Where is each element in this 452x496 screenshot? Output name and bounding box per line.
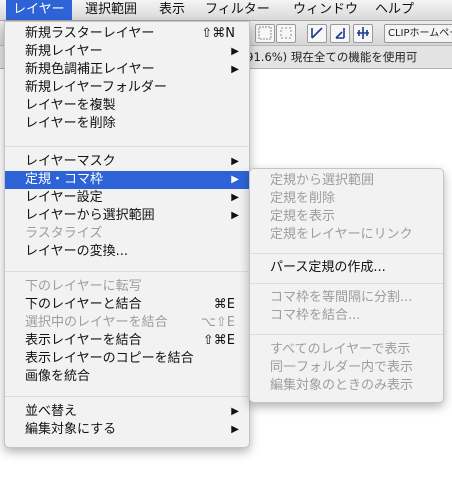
menu-item-merge-visible[interactable]: 表示レイヤーを結合 ⇧⌘E: [5, 332, 249, 350]
menu-item-flatten-image[interactable]: 画像を統合: [5, 368, 249, 386]
menu-item-label: 定規を表示: [270, 209, 336, 224]
menu-item-new-layer[interactable]: 新規レイヤー ▶: [5, 43, 249, 61]
menu-item-new-layer-folder[interactable]: 新規レイヤーフォルダー: [5, 79, 249, 97]
submenu-arrow-icon: ▶: [231, 174, 239, 185]
menu-window[interactable]: ウィンドウ: [286, 0, 365, 20]
submenu-item-create-perspective-ruler[interactable]: パース定規の作成...: [250, 259, 443, 277]
symmetric-ruler-icon[interactable]: [353, 24, 373, 43]
ruler-link-icon[interactable]: [330, 24, 350, 43]
menu-item-label: 新規レイヤー: [25, 44, 103, 59]
grid-icon[interactable]: [255, 24, 275, 43]
submenu-arrow-icon: ▶: [231, 46, 239, 57]
menu-item-label: 定規から選択範囲: [270, 173, 375, 188]
menu-item-merge-down[interactable]: 下のレイヤーと結合 ⌘E: [5, 296, 249, 314]
menu-separator: [250, 334, 443, 335]
menu-separator: [5, 396, 249, 397]
menu-filter[interactable]: フィルター: [198, 0, 277, 20]
menu-item-label: 定規を削除: [270, 191, 336, 206]
menu-item-label: 表示レイヤーを結合: [25, 333, 142, 348]
layer-menu: 新規ラスターレイヤー ⇧⌘N 新規レイヤー ▶ 新規色調補正レイヤー ▶ 新規レ…: [4, 21, 250, 448]
clip-homepage-button[interactable]: CLIPホームペー: [384, 24, 452, 43]
submenu-item-show-all-layers[interactable]: すべてのレイヤーで表示: [250, 341, 443, 359]
menu-item-label: レイヤーを削除: [25, 116, 116, 131]
menu-separator: [250, 253, 443, 254]
menu-item-ruler-frame[interactable]: 定規・コマ枠 ▶: [5, 171, 249, 189]
menu-item-label: レイヤーマスク: [25, 154, 116, 169]
menu-item-label: 新規レイヤーフォルダー: [25, 80, 167, 95]
menu-view[interactable]: 表示: [152, 0, 192, 20]
submenu-item-merge-frame[interactable]: コマ枠を結合...: [250, 307, 443, 325]
submenu-item-show-edit-target[interactable]: 編集対象のときのみ表示: [250, 377, 443, 395]
menu-item-label: レイヤーの変換...: [25, 244, 129, 259]
submenu-arrow-icon: ▶: [231, 210, 239, 221]
menu-item-label: 定規・コマ枠: [25, 172, 104, 187]
shortcut: ⌘E: [213, 297, 235, 312]
menu-item-label: すべてのレイヤーで表示: [270, 342, 411, 357]
menu-item-label: レイヤーを複製: [25, 98, 116, 113]
frame-icon[interactable]: [276, 24, 296, 43]
submenu-arrow-icon: ▶: [231, 424, 239, 435]
menu-item-label: 編集対象のときのみ表示: [270, 378, 414, 393]
menu-item-arrange[interactable]: 並べ替え ▶: [5, 403, 249, 421]
submenu-arrow-icon: ▶: [231, 192, 239, 203]
menu-item-layer-settings[interactable]: レイヤー設定 ▶: [5, 189, 249, 207]
menu-selection[interactable]: 選択範囲: [78, 0, 144, 20]
submenu-item-selection-from-ruler[interactable]: 定規から選択範囲: [250, 172, 443, 190]
menu-item-label: レイヤーから選択範囲: [25, 208, 155, 223]
ruler-frame-submenu: 定規から選択範囲 定規を削除 定規を表示 定規をレイヤーにリンク パース定規の作…: [249, 168, 444, 403]
menu-item-label: 下のレイヤーと結合: [25, 297, 142, 312]
menu-separator: [5, 146, 249, 147]
submenu-arrow-icon: ▶: [231, 156, 239, 167]
menu-item-new-raster-layer[interactable]: 新規ラスターレイヤー ⇧⌘N: [5, 25, 249, 43]
menu-item-label: 新規ラスターレイヤー: [25, 26, 155, 41]
menu-item-label: 並べ替え: [25, 404, 78, 419]
submenu-item-divide-frame[interactable]: コマ枠を等間隔に分割...: [250, 289, 443, 307]
menu-item-set-edit-target[interactable]: 編集対象にする ▶: [5, 421, 249, 439]
menu-item-label: 表示レイヤーのコピーを結合: [25, 351, 194, 366]
submenu-item-link-ruler[interactable]: 定規をレイヤーにリンク: [250, 226, 443, 244]
ruler-corner-icon[interactable]: [307, 24, 327, 43]
menu-item-label: 定規をレイヤーにリンク: [270, 227, 413, 242]
menu-bar: レイヤー 選択範囲 表示 フィルター ウィンドウ ヘルプ: [0, 0, 452, 21]
menu-item-new-correction-layer[interactable]: 新規色調補正レイヤー ▶: [5, 61, 249, 79]
submenu-item-show-same-folder[interactable]: 同一フォルダー内で表示: [250, 359, 443, 377]
menu-item-label: 選択中のレイヤーを結合: [25, 315, 168, 330]
menu-separator: [250, 283, 443, 284]
menu-item-label: 画像を統合: [25, 369, 91, 384]
menu-item-label: 同一フォルダー内で表示: [270, 360, 414, 375]
menu-item-label: コマ枠を結合...: [270, 308, 361, 323]
shortcut: ⇧⌘E: [202, 333, 235, 348]
menu-item-selection-from-layer[interactable]: レイヤーから選択範囲 ▶: [5, 207, 249, 225]
menu-item-convert-layer[interactable]: レイヤーの変換...: [5, 243, 249, 261]
menu-item-label: 下のレイヤーに転写: [25, 279, 142, 294]
menu-item-label: 新規色調補正レイヤー: [25, 62, 155, 77]
menu-item-rasterize[interactable]: ラスタライズ: [5, 225, 249, 243]
menu-item-label: レイヤー設定: [25, 190, 103, 205]
menu-item-label: ラスタライズ: [25, 226, 103, 241]
menu-item-label: パース定規の作成...: [270, 260, 386, 275]
submenu-arrow-icon: ▶: [231, 64, 239, 75]
menu-item-label: コマ枠を等間隔に分割...: [270, 290, 413, 305]
menu-item-merge-selected[interactable]: 選択中のレイヤーを結合 ⌥⇧E: [5, 314, 249, 332]
menu-item-layer-mask[interactable]: レイヤーマスク ▶: [5, 153, 249, 171]
menu-item-merge-visible-copy[interactable]: 表示レイヤーのコピーを結合: [5, 350, 249, 368]
menu-separator: [5, 271, 249, 272]
menu-item-label: 編集対象にする: [25, 422, 117, 437]
shortcut: ⇧⌘N: [201, 26, 235, 41]
menu-item-transfer-to-lower[interactable]: 下のレイヤーに転写: [5, 278, 249, 296]
menu-help[interactable]: ヘルプ: [368, 0, 421, 20]
shortcut: ⌥⇧E: [200, 315, 235, 330]
submenu-item-show-ruler[interactable]: 定規を表示: [250, 208, 443, 226]
menu-layer[interactable]: レイヤー: [6, 0, 72, 20]
canvas-info-text: pi 91.6%) 現在全ての機能を使用可: [232, 50, 418, 64]
submenu-arrow-icon: ▶: [231, 406, 239, 417]
submenu-item-delete-ruler[interactable]: 定規を削除: [250, 190, 443, 208]
menu-item-delete-layer[interactable]: レイヤーを削除: [5, 115, 249, 133]
menu-item-duplicate-layer[interactable]: レイヤーを複製: [5, 97, 249, 115]
